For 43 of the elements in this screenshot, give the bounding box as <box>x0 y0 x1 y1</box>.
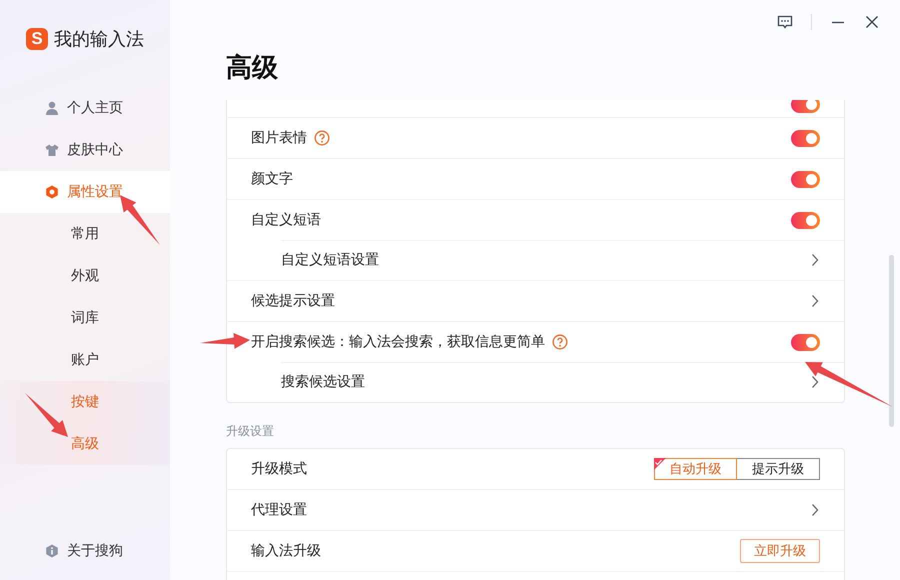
scrollbar-thumb[interactable] <box>889 255 894 427</box>
toggle-switch[interactable] <box>791 130 820 146</box>
close-icon[interactable] <box>864 14 880 30</box>
shirt-icon <box>45 143 59 157</box>
hexagon-icon <box>45 185 59 199</box>
setting-label: 候选提示设置 <box>251 292 335 310</box>
app-logo: S <box>26 28 48 50</box>
annotation-arrow <box>200 333 250 349</box>
chevron-right-icon[interactable] <box>810 253 820 267</box>
sidebar-item[interactable]: 常用 <box>0 213 170 255</box>
sidebar-item[interactable]: 词库 <box>0 297 170 339</box>
chevron-right-icon[interactable] <box>810 375 820 389</box>
about-link[interactable]: 关于搜狗 <box>0 542 170 560</box>
help-icon[interactable] <box>314 130 330 146</box>
setting-label: 颜文字 <box>251 170 293 188</box>
setting-label: 自定义短语设置 <box>281 251 379 269</box>
setting-label: 输入法升级 <box>251 542 321 560</box>
info-icon <box>45 544 59 558</box>
toggle-switch[interactable] <box>791 170 820 188</box>
setting-label: 图片表情 <box>251 129 307 147</box>
sidebar-item[interactable]: 皮肤中心 <box>0 129 170 171</box>
toggle-switch[interactable] <box>791 334 820 350</box>
feedback-icon[interactable] <box>777 14 793 30</box>
person-icon <box>45 101 59 115</box>
setting-label: 自定义短语 <box>251 211 321 229</box>
setting-label: 搜索候选设置 <box>281 373 365 391</box>
chevron-right-icon[interactable] <box>810 294 820 308</box>
chevron-right-icon[interactable] <box>810 503 820 517</box>
setting-label: 开启搜索候选：输入法会搜索，获取信息更简单 <box>251 333 545 351</box>
check-corner-icon <box>654 458 666 470</box>
sidebar-item[interactable]: 外观 <box>0 255 170 297</box>
setting-label: 升级模式 <box>251 460 307 478</box>
mode-option[interactable]: 提示升级 <box>737 458 820 480</box>
app-title: 我的输入法 <box>54 28 144 51</box>
sidebar-item[interactable]: 个人主页 <box>0 87 170 129</box>
page-title: 高级 <box>226 51 278 84</box>
setting-label: 代理设置 <box>251 501 307 519</box>
sidebar-item[interactable]: 账户 <box>0 339 170 381</box>
section-heading: 升级设置 <box>226 423 275 440</box>
toggle-switch[interactable] <box>791 100 820 113</box>
toggle-switch[interactable] <box>791 212 820 228</box>
help-icon[interactable] <box>552 334 568 350</box>
annotation-arrow <box>25 393 68 437</box>
